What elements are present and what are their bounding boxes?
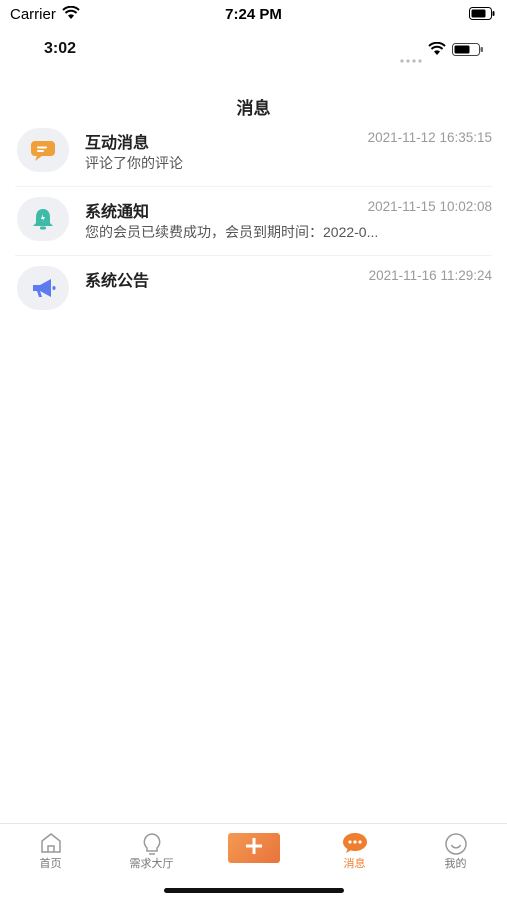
- message-preview: 评论了你的评论: [85, 155, 183, 171]
- message-title: 系统通知: [85, 204, 150, 221]
- battery-icon: [469, 7, 495, 25]
- tab-label: 需求大厅: [129, 858, 174, 870]
- tab-demand-hall[interactable]: 需求大厅: [101, 824, 202, 874]
- message-title: 系统公告: [85, 273, 150, 290]
- message-time: 2021-11-12 16:35:15: [367, 130, 492, 145]
- simulator-time: 7:24 PM: [225, 6, 282, 23]
- plus-icon: [245, 837, 263, 860]
- message-item-announcement[interactable]: 系统公告 2021-11-16 11:29:24: [15, 256, 492, 324]
- tab-label: 首页: [39, 858, 62, 870]
- message-item-system-notice[interactable]: 系统通知 2021-11-15 10:02:08 您的会员已续费成功，会员到期时…: [15, 187, 492, 256]
- tab-label: 消息: [343, 858, 366, 870]
- page-title: 消息: [236, 99, 271, 118]
- tab-mine[interactable]: 我的: [405, 824, 506, 874]
- chat-bubble-icon: [17, 128, 69, 172]
- tab-messages[interactable]: 消息: [304, 824, 405, 874]
- wifi-icon: [428, 41, 446, 61]
- tab-label: 我的: [444, 858, 467, 870]
- megaphone-icon: [17, 266, 69, 310]
- message-time: 2021-11-16 11:29:24: [368, 268, 492, 283]
- app-time: 3:02: [44, 40, 77, 57]
- home-indicator[interactable]: [164, 888, 344, 893]
- message-title: 互动消息: [85, 135, 150, 152]
- battery-icon: [452, 43, 484, 61]
- message-preview: 您的会员已续费成功，会员到期时间：2022-0...: [85, 224, 379, 240]
- app-status-bar: 3:02: [0, 36, 507, 64]
- simulator-status-bar: Carrier 7:24 PM: [0, 0, 507, 28]
- add-post-button[interactable]: [228, 833, 280, 863]
- message-time: 2021-11-15 10:02:08: [367, 199, 492, 214]
- bell-icon: [17, 197, 69, 241]
- message-item-interaction[interactable]: 互动消息 2021-11-12 16:35:15 评论了你的评论: [15, 118, 492, 187]
- signal-icon: [400, 50, 422, 68]
- message-list: 互动消息 2021-11-12 16:35:15 评论了你的评论 系统通知 20…: [0, 118, 507, 324]
- tab-home[interactable]: 首页: [0, 824, 101, 874]
